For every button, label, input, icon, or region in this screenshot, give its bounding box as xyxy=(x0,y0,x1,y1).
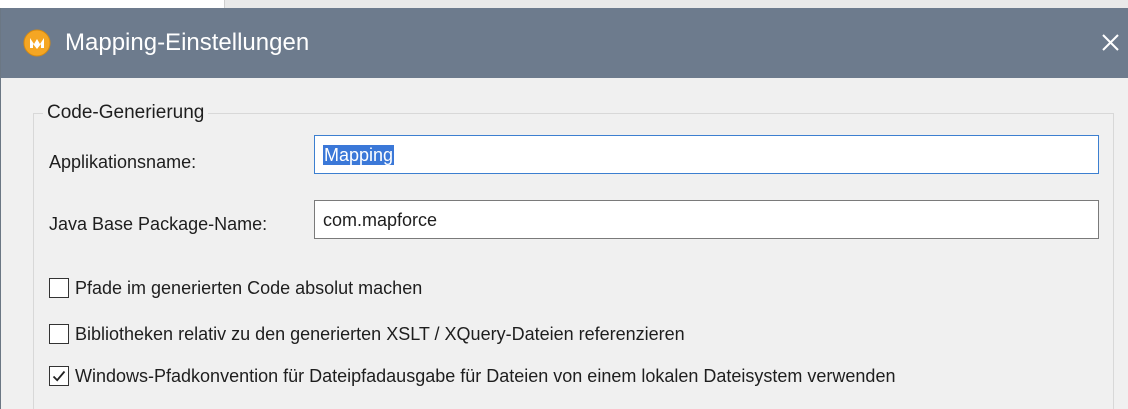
code-generation-group-label: Code-Generierung xyxy=(43,101,209,125)
dialog-titlebar[interactable]: Mapping-Einstellungen xyxy=(1,8,1128,78)
application-name-value: Mapping xyxy=(323,145,395,165)
option-absolute-paths[interactable]: Pfade im generierten Code absolut machen xyxy=(49,274,422,302)
altova-mapforce-icon xyxy=(23,29,51,57)
close-icon xyxy=(1102,34,1119,51)
windows-path-convention-label: Windows-Pfadkonvention für Dateipfadausg… xyxy=(75,366,896,386)
dialog-body: Code-Generierung Applikationsname: Mappi… xyxy=(1,78,1128,409)
application-name-input[interactable]: Mapping xyxy=(314,135,1099,174)
java-package-input[interactable]: com.mapforce xyxy=(314,200,1099,239)
option-relative-libraries[interactable]: Bibliotheken relativ zu den generierten … xyxy=(49,320,685,348)
java-package-value: com.mapforce xyxy=(323,210,438,230)
dialog-title: Mapping-Einstellungen xyxy=(65,29,310,56)
relative-libraries-checkbox[interactable] xyxy=(49,324,69,344)
java-package-label: Java Base Package-Name: xyxy=(49,214,268,234)
mapping-settings-dialog: Mapping-Einstellungen Code-Generierung A… xyxy=(0,8,1128,409)
close-button[interactable] xyxy=(1093,25,1127,59)
absolute-paths-label: Pfade im generierten Code absolut machen xyxy=(75,278,423,298)
checkmark-icon xyxy=(52,370,66,382)
windows-path-convention-checkbox[interactable] xyxy=(49,366,69,386)
screen: Mapping-Einstellungen Code-Generierung A… xyxy=(0,0,1128,409)
absolute-paths-checkbox[interactable] xyxy=(49,278,69,298)
relative-libraries-label: Bibliotheken relativ zu den generierten … xyxy=(75,324,685,344)
application-name-label: Applikationsname: xyxy=(49,152,197,172)
option-windows-path-convention[interactable]: Windows-Pfadkonvention für Dateipfadausg… xyxy=(49,362,895,390)
